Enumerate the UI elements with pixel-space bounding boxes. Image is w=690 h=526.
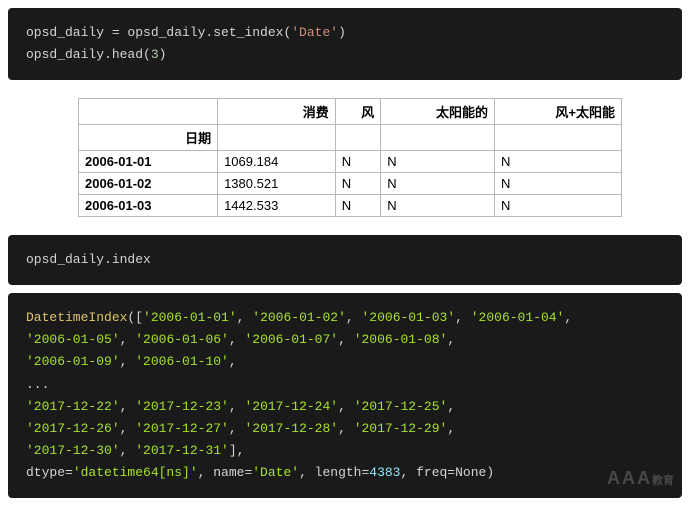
code-token-string: 'Date' xyxy=(291,25,338,40)
output-date: '2017-12-22' xyxy=(26,399,120,414)
code-cell-2: opsd_daily.index xyxy=(8,235,682,285)
watermark-sub: 教育 xyxy=(652,475,674,487)
index-label: 日期 xyxy=(79,125,218,151)
output-date: '2017-12-25' xyxy=(354,399,448,414)
table-cell: N xyxy=(381,173,495,195)
output-dtype: 'datetime64[ns]' xyxy=(73,465,198,480)
code-token: ) xyxy=(338,25,346,40)
table-body: 2006-01-01 1069.184 N N N 2006-01-02 138… xyxy=(79,151,622,217)
output-date: '2017-12-26' xyxy=(26,421,120,436)
output-date: '2006-01-06' xyxy=(135,332,229,347)
code-token: = opsd_daily.set_index( xyxy=(104,25,291,40)
table-header-row: 消费 风 太阳能的 风+太阳能 xyxy=(79,99,622,125)
code-token: ) xyxy=(159,47,167,62)
table-cell: N xyxy=(494,173,621,195)
output-date: '2006-01-09' xyxy=(26,354,120,369)
output-date: '2017-12-23' xyxy=(135,399,229,414)
table-row: 2006-01-02 1380.521 N N N xyxy=(79,173,622,195)
table-cell: N xyxy=(494,151,621,173)
output-date: '2017-12-27' xyxy=(135,421,229,436)
code-token: opsd_daily.index xyxy=(26,252,151,267)
output-token: ], xyxy=(229,443,245,458)
code-token: opsd_daily xyxy=(26,25,104,40)
code-token: opsd_daily.head( xyxy=(26,47,151,62)
table-cell: N xyxy=(381,151,495,173)
column-header: 风+太阳能 xyxy=(494,99,621,125)
output-classname: DatetimeIndex xyxy=(26,310,127,325)
output-token: dtype= xyxy=(26,465,73,480)
output-date: '2017-12-30' xyxy=(26,443,120,458)
empty-cell xyxy=(218,125,336,151)
table-cell: N xyxy=(335,151,381,173)
row-index: 2006-01-02 xyxy=(79,173,218,195)
column-header: 消费 xyxy=(218,99,336,125)
table-cell: N xyxy=(494,195,621,217)
output-token: ([ xyxy=(127,310,143,325)
table-row: 2006-01-03 1442.533 N N N xyxy=(79,195,622,217)
table-cell: N xyxy=(381,195,495,217)
table-index-label-row: 日期 xyxy=(79,125,622,151)
table-head: 消费 风 太阳能的 风+太阳能 日期 xyxy=(79,99,622,151)
table-cell: 1442.533 xyxy=(218,195,336,217)
output-date: '2017-12-31' xyxy=(135,443,229,458)
output-length: 4383 xyxy=(369,465,400,480)
output-date: '2006-01-05' xyxy=(26,332,120,347)
empty-cell xyxy=(381,125,495,151)
output-date: '2006-01-02' xyxy=(252,310,346,325)
watermark: AAA教育 xyxy=(607,463,674,494)
dataframe-table: 消费 风 太阳能的 风+太阳能 日期 2006-01-01 1069.184 N… xyxy=(78,98,622,217)
table-cell: N xyxy=(335,195,381,217)
code-token-number: 3 xyxy=(151,47,159,62)
table-cell: 1069.184 xyxy=(218,151,336,173)
output-date: '2017-12-29' xyxy=(354,421,448,436)
output-ellipsis: ... xyxy=(26,377,49,392)
row-index: 2006-01-01 xyxy=(79,151,218,173)
output-date: '2006-01-10' xyxy=(135,354,229,369)
output-cell: DatetimeIndex(['2006-01-01', '2006-01-02… xyxy=(8,293,682,498)
output-token: , freq=None) xyxy=(401,465,495,480)
table-cell: N xyxy=(335,173,381,195)
output-date: '2017-12-28' xyxy=(244,421,338,436)
empty-cell xyxy=(335,125,381,151)
output-date: '2006-01-01' xyxy=(143,310,237,325)
output-date: '2006-01-03' xyxy=(362,310,456,325)
watermark-main: AAA xyxy=(607,468,652,488)
column-header: 风 xyxy=(335,99,381,125)
output-token: , length= xyxy=(299,465,369,480)
output-token: , name= xyxy=(198,465,253,480)
output-date: '2006-01-07' xyxy=(244,332,338,347)
table-corner-cell xyxy=(79,99,218,125)
dataframe-output: 消费 风 太阳能的 风+太阳能 日期 2006-01-01 1069.184 N… xyxy=(8,80,682,235)
empty-cell xyxy=(494,125,621,151)
row-index: 2006-01-03 xyxy=(79,195,218,217)
column-header: 太阳能的 xyxy=(381,99,495,125)
output-date: '2006-01-08' xyxy=(354,332,448,347)
output-name: 'Date' xyxy=(252,465,299,480)
output-date: '2006-01-04' xyxy=(471,310,565,325)
table-row: 2006-01-01 1069.184 N N N xyxy=(79,151,622,173)
output-date: '2017-12-24' xyxy=(244,399,338,414)
code-cell-1: opsd_daily = opsd_daily.set_index('Date'… xyxy=(8,8,682,80)
table-cell: 1380.521 xyxy=(218,173,336,195)
